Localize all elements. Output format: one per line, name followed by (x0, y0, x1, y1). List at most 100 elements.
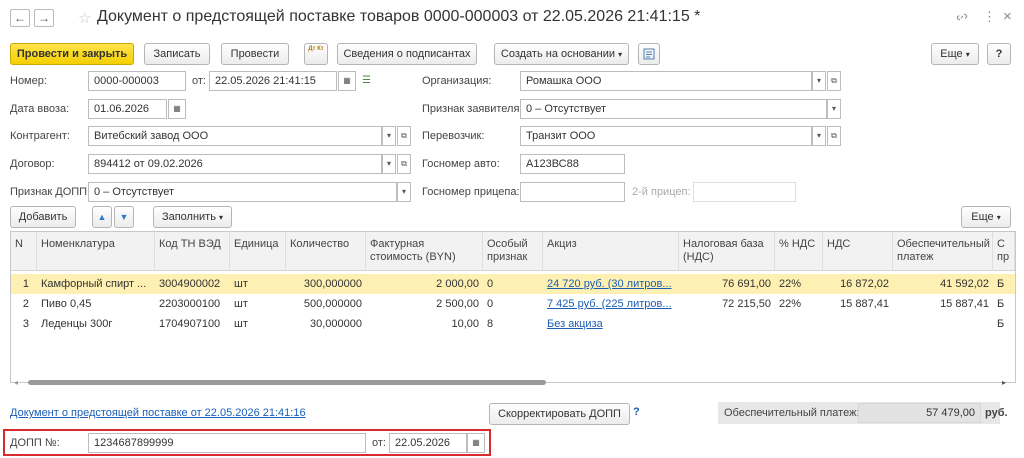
col-header[interactable]: С пр (993, 232, 1015, 271)
cell-cost: 2 000,00 (436, 278, 479, 290)
dropdown-icon[interactable]: ▾ (382, 154, 396, 174)
help-button[interactable]: ? (987, 43, 1011, 65)
dropdown-icon[interactable]: ▾ (812, 126, 826, 146)
close-icon[interactable]: × (1003, 8, 1012, 25)
cell-cost: 2 500,00 (436, 298, 479, 310)
forward-button[interactable]: → (34, 9, 54, 27)
menu-icon[interactable]: ⋮ (983, 9, 996, 25)
dt-kt-button[interactable]: Дт Кт (304, 43, 328, 65)
dopp-date-field[interactable]: 22.05.2026 (389, 433, 467, 453)
open-icon[interactable]: ⧉ (827, 71, 841, 91)
cell-special: 0 (487, 278, 494, 290)
cell-n: 2 (22, 298, 29, 310)
dropdown-icon[interactable]: ▾ (827, 99, 841, 119)
dopp-sign-label: Признак ДОПП: (10, 186, 91, 198)
link-icon[interactable] (956, 11, 968, 26)
date-field[interactable]: 22.05.2026 21:41:15 (209, 71, 337, 91)
page-title: Документ о предстоящей поставке товаров … (97, 8, 701, 25)
dropdown-icon[interactable]: ▾ (382, 126, 396, 146)
applicant-label: Признак заявителя: (422, 103, 523, 115)
trailer-label: Госномер прицепа: (422, 186, 520, 198)
excise-link[interactable]: 24 720 руб. (30 литров... (543, 274, 679, 294)
col-header[interactable]: Обеспечительный платеж (893, 232, 993, 271)
open-icon[interactable]: ⧉ (397, 126, 411, 146)
horizontal-scrollbar[interactable] (28, 380, 546, 385)
import-date-field[interactable]: 01.06.2026 (88, 99, 167, 119)
post-and-close-button[interactable]: Провести и закрыть (10, 43, 134, 65)
more-button[interactable]: Еще ▾ (931, 43, 979, 65)
car-number-label: Госномер авто: (422, 158, 500, 170)
contract-field[interactable]: 894412 от 09.02.2026 (88, 154, 382, 174)
cell-item: Пиво 0,45 (41, 298, 92, 310)
scroll-right-icon[interactable]: ▸ (1002, 378, 1006, 387)
cell-vat: 15 887,41 (840, 298, 889, 310)
dopp-number-field[interactable]: 1234687899999 (88, 433, 366, 453)
chevron-down-icon: ▾ (618, 50, 623, 59)
trailer-field[interactable] (520, 182, 625, 202)
back-button[interactable]: ← (10, 9, 30, 27)
chevron-down-icon: ▾ (219, 213, 224, 222)
carrier-field[interactable]: Транзит ООО (520, 126, 812, 146)
cell-code: 2203000100 (159, 298, 221, 310)
move-up-icon[interactable]: ▲ (92, 206, 112, 228)
excise-link[interactable]: 7 425 руб. (225 литров... (543, 294, 679, 314)
col-header[interactable]: Единица (230, 232, 286, 271)
cell-vat-rate: 22% (779, 298, 802, 310)
cell-unit: шт (234, 298, 248, 310)
adjust-dopp-button[interactable]: Скорректировать ДОПП (489, 403, 630, 425)
table-more-button[interactable]: Еще ▾ (961, 206, 1011, 228)
dropdown-icon[interactable]: ▾ (397, 182, 411, 202)
col-header[interactable]: % НДС (775, 232, 823, 271)
signers-button[interactable]: Сведения о подписантах (337, 43, 477, 65)
trailer2-field[interactable] (693, 182, 796, 202)
post-button[interactable]: Провести (221, 43, 289, 65)
cell-vat (823, 314, 893, 334)
more-label: Еще (940, 48, 963, 60)
cell-code: 1704907100 (159, 318, 221, 330)
report-icon (643, 48, 655, 60)
cell-unit: шт (234, 318, 248, 330)
open-icon[interactable]: ⧉ (827, 126, 841, 146)
col-header[interactable]: Количество (286, 232, 366, 271)
report-icon-button[interactable] (638, 43, 660, 65)
add-row-button[interactable]: Добавить (10, 206, 76, 228)
col-header[interactable]: Особый признак (483, 232, 543, 271)
cell-guarantee: 15 887,41 (940, 298, 989, 310)
open-icon[interactable]: ⧉ (397, 154, 411, 174)
cell-extra: Б (997, 278, 1005, 290)
help-link[interactable]: ? (633, 406, 640, 418)
calendar-icon[interactable]: ▦ (338, 71, 356, 91)
back-icon: ← (14, 11, 26, 25)
status-check-icon[interactable]: ☰ (362, 75, 371, 86)
scroll-left-icon[interactable]: ◂ (14, 378, 18, 387)
carrier-label: Перевозчик: (422, 130, 485, 142)
col-header[interactable]: Код ТН ВЭД (155, 232, 230, 271)
number-field[interactable]: 0000-000003 (88, 71, 186, 91)
excise-link[interactable]: Без акциза (543, 314, 679, 334)
dopp-sign-field[interactable]: 0 – Отсутствует (88, 182, 397, 202)
col-header[interactable]: Акциз (543, 232, 679, 271)
create-based-button[interactable]: Создать на основании ▾ (494, 43, 629, 65)
applicant-field[interactable]: 0 – Отсутствует (520, 99, 827, 119)
calendar-icon[interactable]: ▦ (168, 99, 186, 119)
move-down-icon[interactable]: ▼ (114, 206, 134, 228)
col-header[interactable]: НДС (823, 232, 893, 271)
star-icon[interactable]: ☆ (78, 9, 91, 27)
cell-guarantee (893, 314, 993, 334)
col-header[interactable]: Номенклатура (37, 232, 155, 271)
col-header[interactable]: Налоговая база (НДС) (679, 232, 775, 271)
org-field[interactable]: Ромашка ООО (520, 71, 812, 91)
col-header[interactable]: N (11, 232, 37, 271)
cell-qty: 300,000000 (303, 278, 362, 290)
cell-vat-rate: 22% (779, 278, 802, 290)
calendar-icon[interactable]: ▦ (467, 433, 485, 453)
col-header[interactable]: Фактурная стоимость (BYN) (366, 232, 483, 271)
guarantee-value: 57 479,00 (858, 403, 981, 423)
fill-button[interactable]: Заполнить ▾ (153, 206, 232, 228)
contractor-field[interactable]: Витебский завод ООО (88, 126, 382, 146)
dropdown-icon[interactable]: ▾ (812, 71, 826, 91)
forward-icon: → (38, 11, 50, 25)
document-link[interactable]: Документ о предстоящей поставке от 22.05… (10, 407, 306, 419)
write-button[interactable]: Записать (144, 43, 210, 65)
car-number-field[interactable]: А123ВС88 (520, 154, 625, 174)
